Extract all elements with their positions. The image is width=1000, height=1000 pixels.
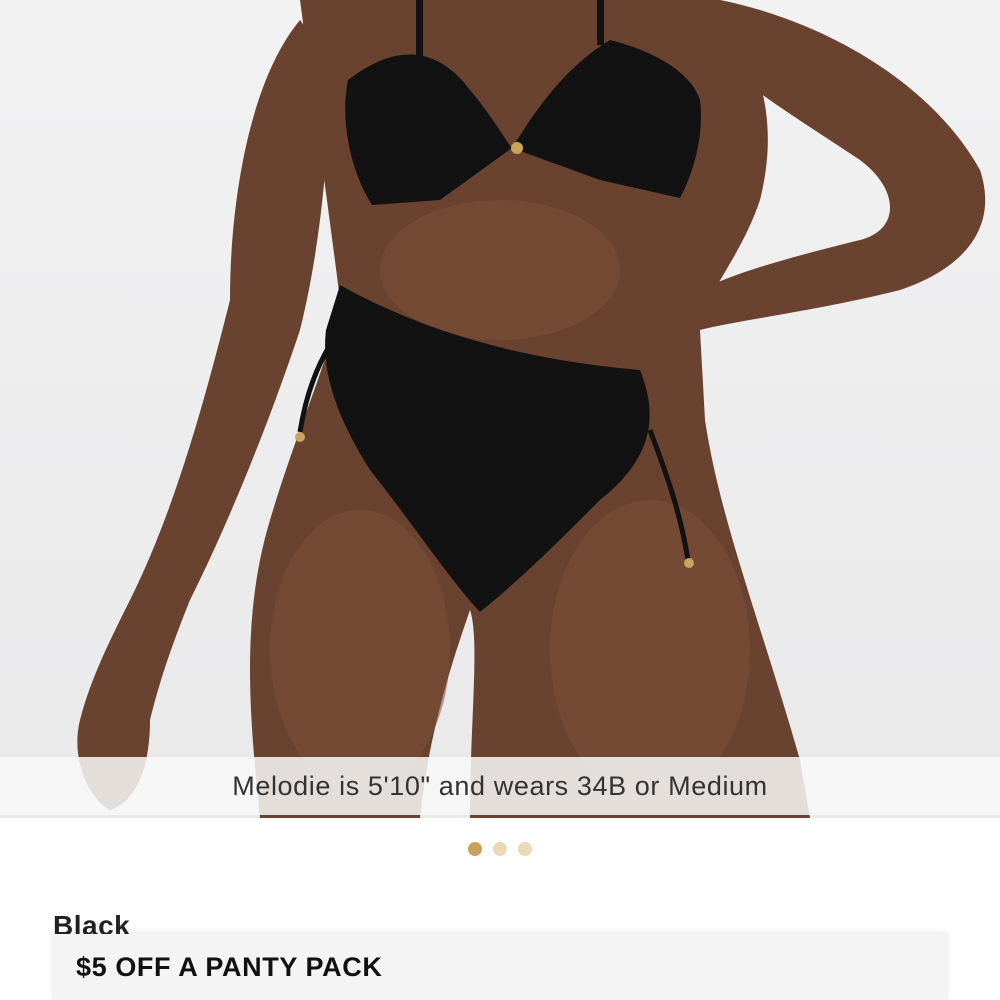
- carousel-dot-1[interactable]: [468, 842, 482, 856]
- carousel-dot-3[interactable]: [518, 842, 532, 856]
- ring-icon: [511, 142, 523, 154]
- promo-text: $5 OFF A PANTY PACK: [76, 951, 383, 982]
- carousel-dot-2[interactable]: [493, 842, 507, 856]
- model-caption-bar: Melodie is 5'10" and wears 34B or Medium: [0, 757, 1000, 815]
- promo-banner[interactable]: $5 OFF A PANTY PACK: [52, 934, 948, 1000]
- model-caption: Melodie is 5'10" and wears 34B or Medium: [232, 770, 768, 801]
- model-photo: [77, 0, 986, 818]
- product-image[interactable]: Melodie is 5'10" and wears 34B or Medium: [0, 0, 1000, 818]
- carousel-dots: [0, 842, 1000, 856]
